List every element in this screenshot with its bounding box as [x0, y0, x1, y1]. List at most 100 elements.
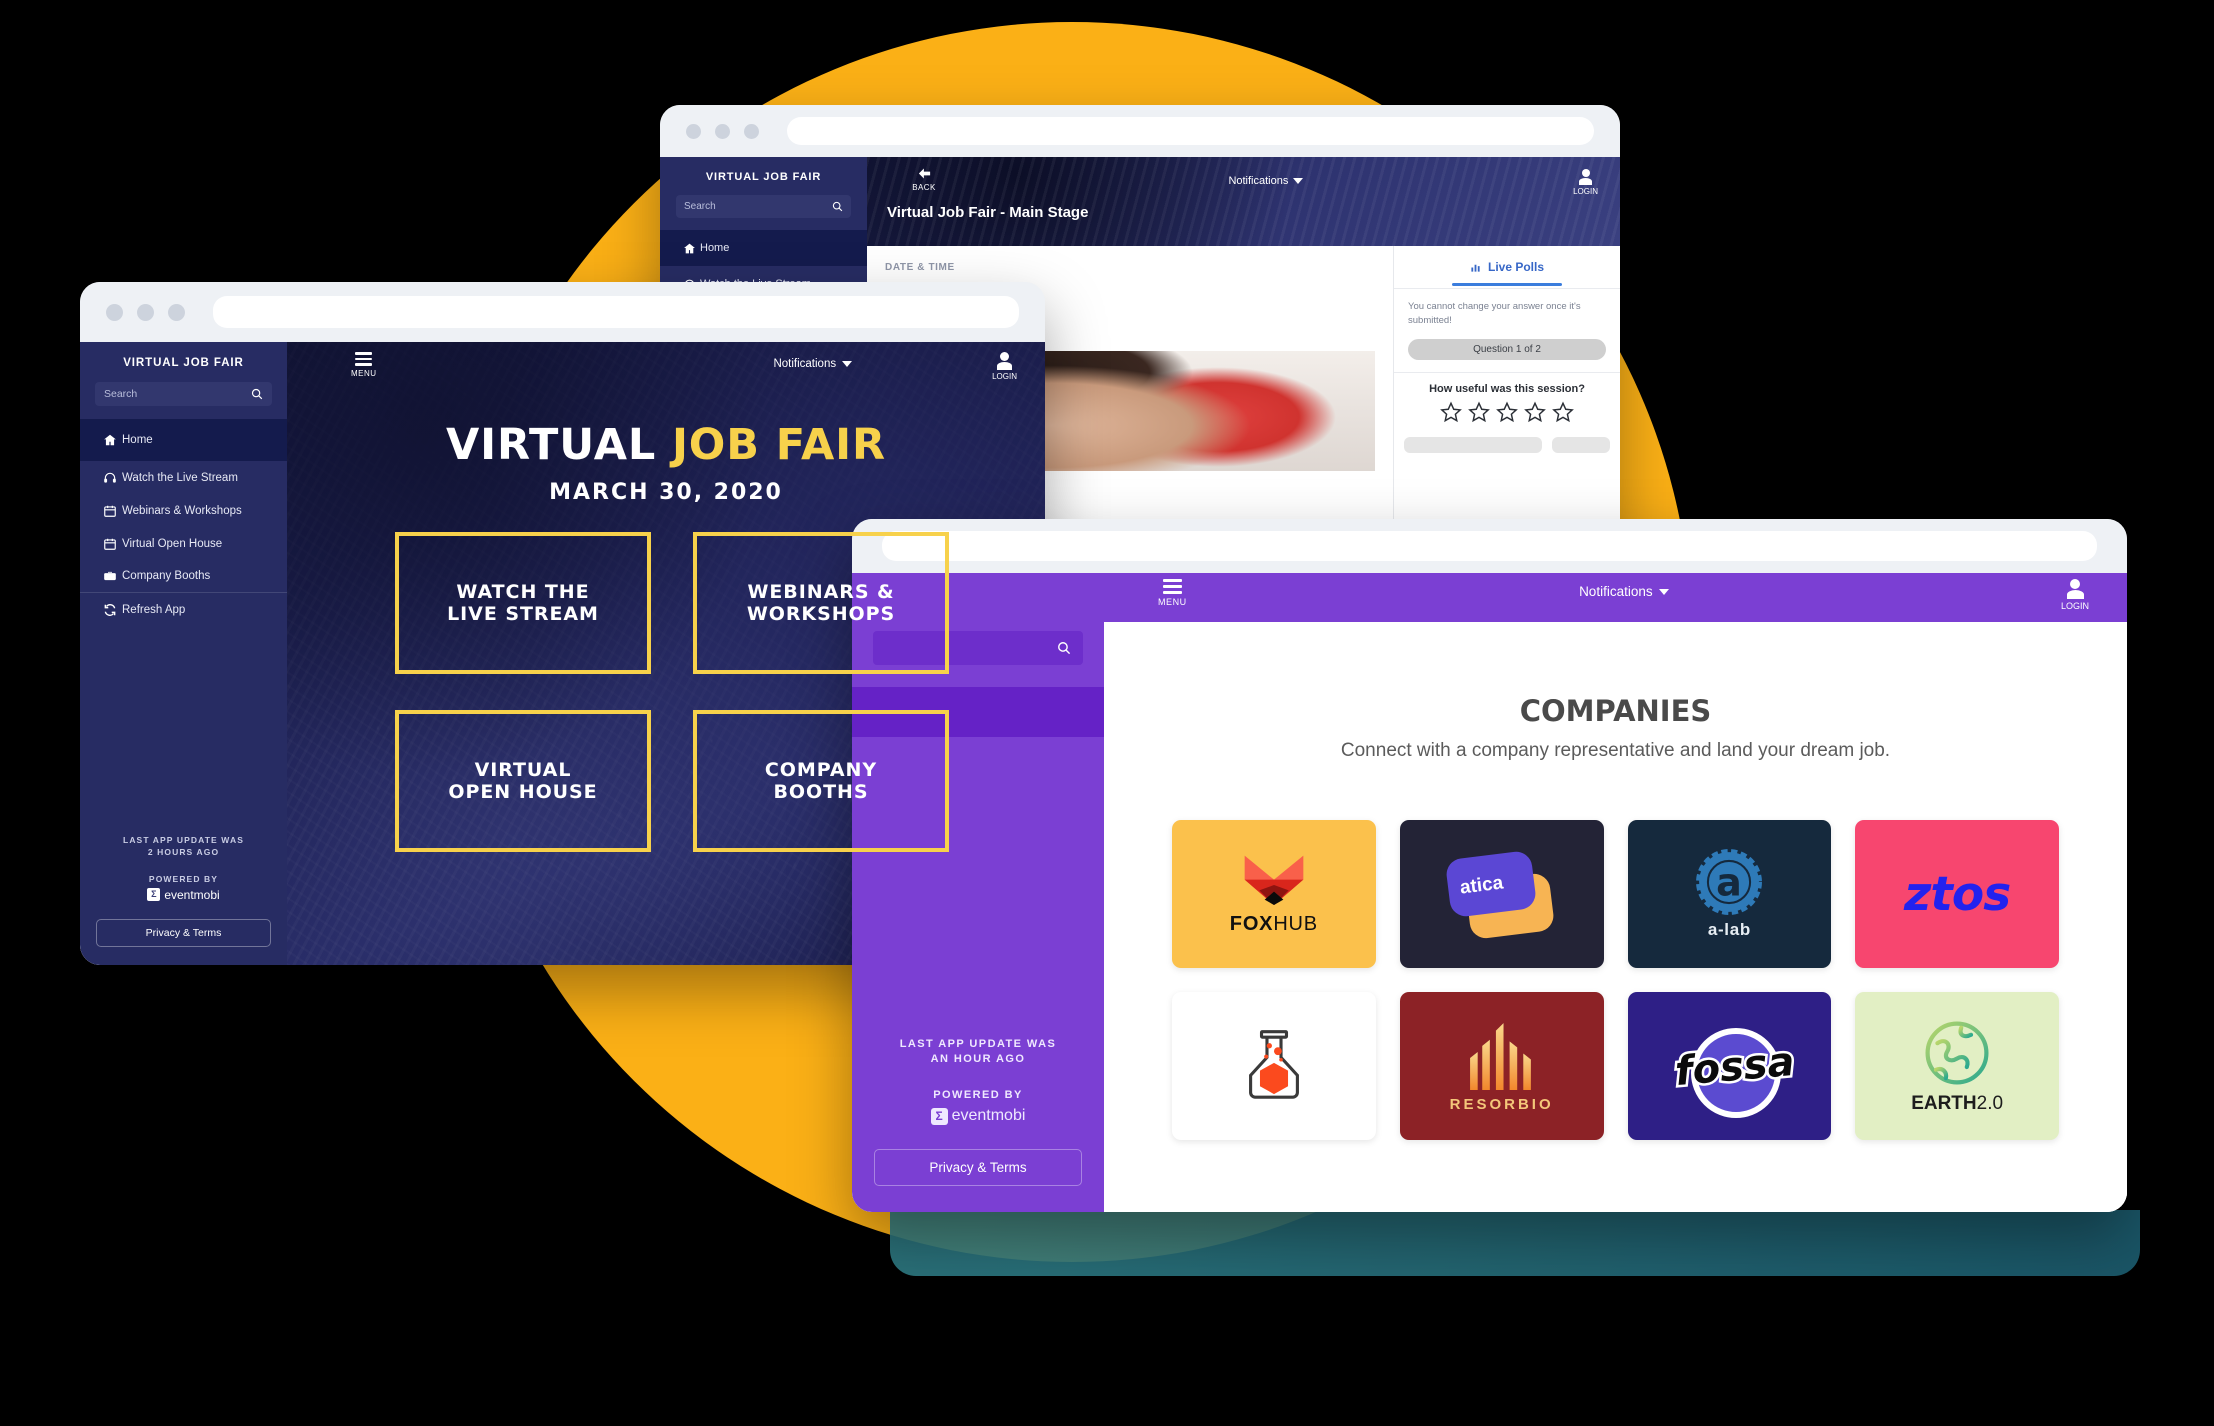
sidebar-item-webinars[interactable]: Webinars & Workshops [80, 494, 287, 527]
maximize-dot[interactable] [744, 123, 759, 139]
tile-watch-live-stream[interactable]: WATCH THE LIVE STREAM [395, 532, 651, 674]
sidebar-item-label: Home [122, 434, 153, 446]
window-titlebar [852, 519, 2127, 573]
menu-label: MENU [1158, 597, 1187, 607]
sidebar-item-company-booths[interactable]: Company Booths [80, 560, 287, 593]
company-card-fossa[interactable]: fossa [1627, 992, 1832, 1140]
company-name: a-lab [1707, 920, 1751, 939]
company-card-foxhub[interactable]: FOXHUB [1172, 820, 1376, 968]
tile-virtual-open-house[interactable]: VIRTUAL OPEN HOUSE [395, 710, 651, 852]
tab-underline [1452, 283, 1562, 286]
search-input[interactable]: Search [95, 382, 272, 406]
window-traffic-lights[interactable] [686, 123, 759, 139]
window-titlebar [80, 282, 1045, 342]
back-label: BACK [912, 183, 936, 192]
login-button[interactable]: LOGIN [1573, 169, 1598, 196]
address-bar[interactable] [882, 531, 2097, 561]
hamburger-icon [1162, 579, 1182, 594]
a-lab-icon: a [1696, 849, 1763, 915]
hero-tiles: WATCH THE LIVE STREAM WEBINARS & WORKSHO… [395, 532, 949, 852]
sidebar-item-label: Refresh App [122, 603, 186, 616]
sidebar-item-home[interactable]: Home [80, 419, 287, 461]
notifications-menu[interactable]: Notifications [773, 358, 853, 370]
powered-by-label: POWERED BY [148, 873, 219, 884]
window-traffic-lights[interactable] [106, 303, 185, 321]
menu-button[interactable]: MENU [1158, 579, 1187, 607]
eventmobi-mark-icon: Σ [147, 888, 161, 901]
sidebar-item-label: Home [700, 242, 730, 254]
tile-company-booths[interactable]: COMPANY BOOTHS [693, 710, 949, 852]
star-outline-icon[interactable] [1468, 401, 1490, 423]
close-dot[interactable] [106, 303, 123, 321]
notifications-menu[interactable]: Notifications [1228, 175, 1304, 187]
window-titlebar [660, 105, 1620, 157]
search-input[interactable]: Search [676, 195, 851, 218]
sidebar-footer: LAST APP UPDATE WAS 2 HOURS AGO POWERED … [80, 835, 287, 966]
company-card-ztos[interactable]: ztos [1855, 820, 2059, 968]
sidebar-item-label: Watch the Live Stream [122, 471, 238, 484]
app-sidebar: VIRTUAL JOB FAIR Search Home [80, 342, 287, 965]
star-outline-icon[interactable] [1496, 401, 1518, 423]
back-button[interactable]: BACK [901, 166, 947, 192]
sidebar-item-label: Virtual Open House [122, 537, 223, 550]
star-outline-icon[interactable] [1552, 401, 1574, 423]
company-card-earth20[interactable]: EARTH2.0 [1855, 992, 2059, 1140]
company-name-light: 2.0 [1976, 1092, 2004, 1114]
sidebar-item-label: Company Booths [122, 570, 211, 582]
sidebar-item-refresh-app[interactable]: Refresh App [80, 593, 287, 626]
poll-question-block: How useful was this session? [1394, 371, 1620, 453]
star-rating[interactable] [1404, 401, 1610, 423]
company-card-a-lab[interactable]: a a-lab [1627, 820, 1832, 968]
update-line-1: LAST APP UPDATE WAS [899, 1038, 1057, 1050]
eventmobi-logo: Σ eventmobi [930, 1107, 1025, 1125]
browser-window-companies[interactable]: LAST APP UPDATE WAS AN HOUR AGO POWERED … [852, 519, 2127, 1212]
address-bar[interactable] [213, 296, 1019, 328]
minimize-dot[interactable] [137, 303, 154, 321]
earth-icon [1925, 1021, 1989, 1084]
sidebar-item-open-house[interactable]: Virtual Open House [80, 527, 287, 560]
search-icon [251, 388, 263, 400]
maximize-dot[interactable] [168, 303, 185, 321]
tab-live-polls[interactable]: Live Polls [1394, 246, 1620, 283]
company-name: RESORBIO [1449, 1096, 1554, 1113]
update-line-2: AN HOUR AGO [930, 1053, 1026, 1065]
privacy-terms-button[interactable]: Privacy & Terms [96, 919, 271, 947]
companies-main: MENU Notifications LOGIN COMPANIES Conne… [1104, 573, 2127, 1212]
sidebar-item-home[interactable]: Home [660, 230, 867, 266]
poll-skip-button[interactable] [1552, 436, 1610, 453]
login-button[interactable]: LOGIN [2061, 579, 2089, 611]
company-card-flask[interactable] [1172, 992, 1376, 1140]
user-icon [1579, 169, 1593, 185]
company-card-atica[interactable]: atica [1399, 820, 1604, 968]
company-card-resorbio[interactable]: RESORBIO [1399, 992, 1604, 1140]
login-button[interactable]: LOGIN [992, 352, 1017, 381]
poll-submit-button[interactable] [1404, 436, 1542, 453]
session-header: BACK Notifications LOGIN Virtual Job Fai… [867, 157, 1620, 246]
minimize-dot[interactable] [715, 123, 730, 139]
poll-progress[interactable]: Question 1 of 2 [1408, 338, 1606, 360]
sidebar-item-live-stream[interactable]: Watch the Live Stream [80, 461, 287, 494]
poll-body: You cannot change your answer once it's … [1394, 288, 1620, 360]
tile-webinars-workshops[interactable]: WEBINARS & WORKSHOPS [693, 532, 949, 674]
refresh-icon [98, 603, 122, 617]
star-outline-icon[interactable] [1524, 401, 1546, 423]
poll-question: How useful was this session? [1429, 382, 1585, 395]
privacy-terms-button[interactable]: Privacy & Terms [874, 1149, 1082, 1186]
svg-text:a: a [1717, 861, 1743, 905]
notifications-label: Notifications [1228, 175, 1289, 187]
companies-grid: FOXHUB atica a a-lab ztos RESORBIO fossa… [1172, 820, 2059, 1140]
atica-icon: atica [1444, 849, 1558, 940]
tile-line-1: COMPANY [764, 758, 878, 781]
company-name: EARTH2.0 [1911, 1093, 2003, 1115]
hero-title: VIRTUAL JOB FAIR [287, 420, 1045, 470]
address-bar[interactable] [787, 117, 1594, 145]
eventmobi-mark-icon: Σ [930, 1107, 948, 1125]
tile-line-2: WORKSHOPS [746, 603, 896, 625]
close-dot[interactable] [686, 123, 701, 139]
star-outline-icon[interactable] [1440, 401, 1462, 423]
hero-topbar: MENU Notifications LOGIN [287, 342, 1045, 381]
menu-button[interactable]: MENU [351, 352, 376, 378]
company-name-bold: FOX [1229, 912, 1274, 935]
notifications-menu[interactable]: Notifications [1579, 584, 1669, 599]
tile-line-2: LIVE STREAM [447, 603, 599, 625]
